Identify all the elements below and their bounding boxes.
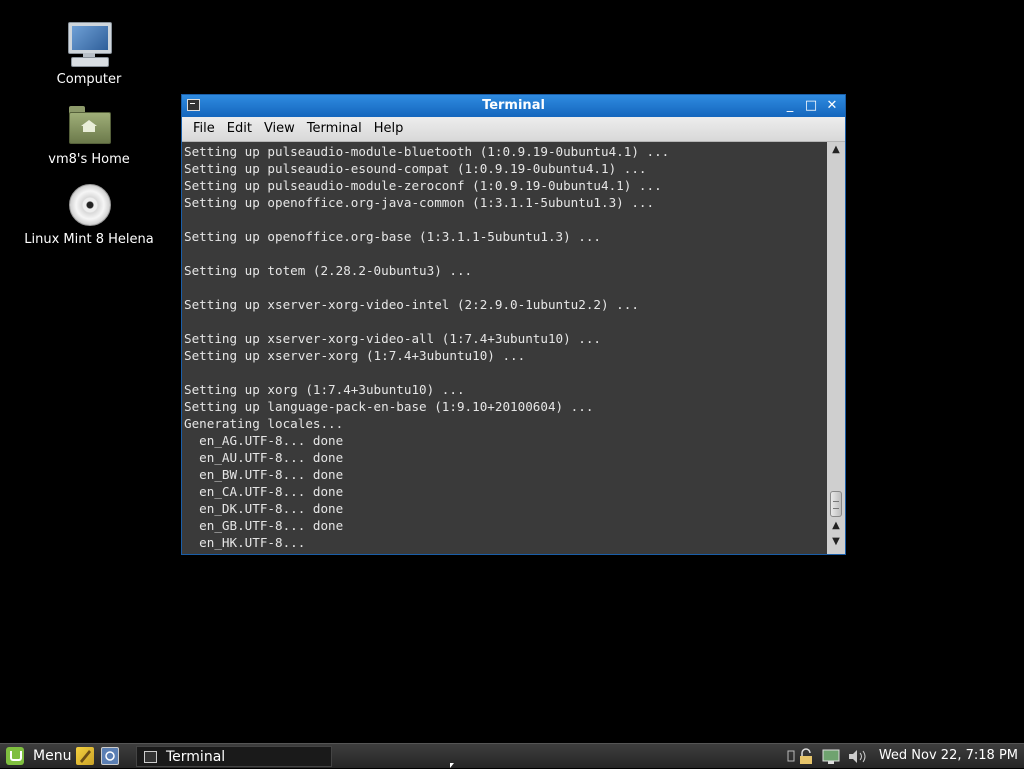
terminal-window[interactable]: Terminal _ □ ✕ File Edit View Terminal Help … — [181, 94, 846, 555]
desktop-icon-label: Computer — [56, 72, 122, 87]
desktop-icon-label: vm8's Home — [48, 152, 130, 167]
lock-icon — [800, 748, 812, 764]
terminal-text: Setting up pulseaudio-module-bluetooth (… — [184, 144, 670, 550]
network-icon — [822, 749, 840, 764]
terminal-icon — [144, 751, 157, 763]
terminal-output[interactable]: Setting up pulseaudio-module-bluetooth (… — [182, 142, 827, 554]
desktop-icon-label: Linux Mint 8 Helena — [24, 232, 154, 247]
clock[interactable]: Wed Nov 22, 7:18 PM — [879, 748, 1018, 763]
menu-button[interactable]: Menu — [33, 748, 71, 764]
mint-logo-icon[interactable] — [6, 747, 24, 765]
cd-disc-icon — [65, 180, 113, 228]
window-title: Terminal — [482, 98, 545, 113]
volume-icon — [849, 750, 866, 763]
desktop-icon-disc[interactable]: Linux Mint 8 Helena — [14, 180, 164, 247]
computer-icon — [65, 20, 113, 68]
menu-edit[interactable]: Edit — [221, 117, 258, 141]
taskbar: Menu Terminal Wed Nov 22, 7:18 PM — [0, 743, 1024, 768]
vertical-scrollbar[interactable]: ▲ ▲ ▼ — [827, 142, 845, 554]
window-titlebar[interactable]: Terminal _ □ ✕ — [182, 95, 845, 117]
taskbar-button-label: Terminal — [166, 749, 226, 765]
menu-file[interactable]: File — [187, 117, 221, 141]
home-folder-icon — [65, 100, 113, 148]
close-button[interactable]: ✕ — [823, 97, 841, 115]
keyring-icon — [787, 750, 795, 762]
scroll-up-arrow-icon[interactable]: ▲ — [827, 143, 845, 157]
menu-help[interactable]: Help — [368, 117, 410, 141]
terminal-launcher-icon[interactable] — [101, 747, 119, 765]
mouse-cursor-icon — [450, 763, 454, 768]
menu-view[interactable]: View — [258, 117, 301, 141]
maximize-button[interactable]: □ — [802, 97, 820, 115]
menu-terminal[interactable]: Terminal — [301, 117, 368, 141]
scroll-up-arrow-icon[interactable]: ▲ — [827, 519, 845, 533]
menu-bar: File Edit View Terminal Help — [182, 117, 845, 142]
taskbar-button-terminal[interactable]: Terminal — [136, 746, 332, 767]
text-editor-launcher-icon[interactable] — [76, 747, 94, 765]
desktop-icon-computer[interactable]: Computer — [14, 20, 164, 87]
minimize-button[interactable]: _ — [781, 97, 799, 115]
desktop-icon-home[interactable]: vm8's Home — [14, 100, 164, 167]
scrollbar-thumb[interactable] — [830, 491, 842, 517]
scroll-down-arrow-icon[interactable]: ▼ — [827, 535, 845, 549]
system-tray — [785, 748, 873, 765]
